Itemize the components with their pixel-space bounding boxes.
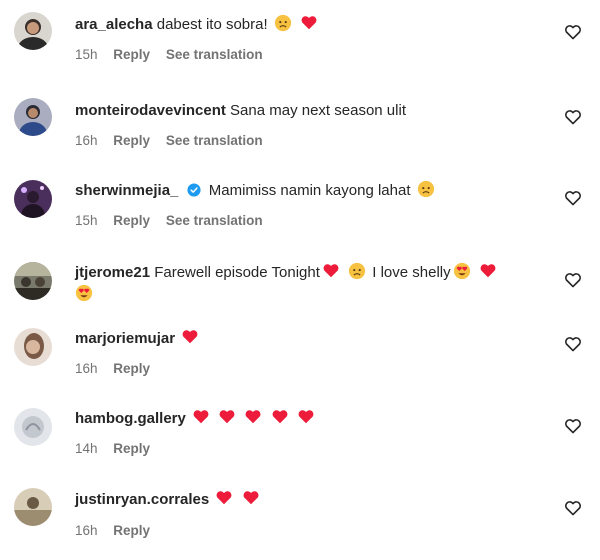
- comment-line: hambog.gallery: [75, 408, 550, 430]
- like-heart-icon[interactable]: [564, 500, 582, 516]
- heart-emoji-icon: [219, 410, 235, 424]
- comment-meta: 14h Reply: [75, 441, 162, 456]
- comment-meta: 16h Reply: [75, 523, 162, 538]
- comment-username[interactable]: hambog.gallery: [75, 410, 186, 427]
- heart-eyes-emoji-icon: [75, 284, 93, 302]
- comment-line: marjoriemujar: [75, 328, 550, 350]
- sad-emoji-icon: [274, 14, 291, 32]
- comment-meta: 16h Reply See translation: [75, 133, 263, 148]
- comment-time: 14h: [75, 441, 98, 456]
- avatar[interactable]: [14, 328, 52, 366]
- reply-button[interactable]: Reply: [113, 47, 150, 62]
- comment-username[interactable]: sherwinmejia_: [75, 182, 178, 199]
- comment-time: 16h: [75, 361, 98, 376]
- avatar[interactable]: [14, 488, 52, 526]
- comment-line: justinryan.corrales: [75, 489, 550, 511]
- heart-emoji-icon: [193, 410, 209, 424]
- avatar[interactable]: [14, 408, 52, 446]
- comment-text: dabest ito sobra!: [156, 16, 268, 33]
- avatar[interactable]: [14, 98, 52, 136]
- heart-eyes-emoji-icon: [453, 262, 470, 280]
- comment-time: 15h: [75, 47, 98, 62]
- heart-emoji-icon: [480, 264, 496, 278]
- like-heart-icon[interactable]: [564, 109, 582, 125]
- comment-username[interactable]: jtjerome21: [75, 264, 150, 281]
- comment-line: sherwinmejia_ Mamimiss namin kayong laha…: [75, 180, 550, 202]
- heart-emoji-icon: [182, 330, 198, 344]
- comment-line-wrap: [75, 284, 550, 306]
- comment-line: jtjerome21 Farewell episode Tonight I lo…: [75, 262, 550, 284]
- comment-username[interactable]: ara_alecha: [75, 16, 153, 33]
- avatar[interactable]: [14, 180, 52, 218]
- heart-emoji-icon: [323, 264, 339, 278]
- like-heart-icon[interactable]: [564, 24, 582, 40]
- comment-text: Farewell episode Tonight: [154, 264, 320, 281]
- comment-meta: 15h Reply See translation: [75, 47, 263, 62]
- comment-meta: 16h Reply: [75, 361, 162, 376]
- heart-emoji-icon: [298, 410, 314, 424]
- see-translation-link[interactable]: See translation: [166, 47, 263, 62]
- comment-text: I love shelly: [372, 264, 451, 281]
- heart-emoji-icon: [301, 16, 317, 30]
- like-heart-icon[interactable]: [564, 418, 582, 434]
- comment-username[interactable]: justinryan.corrales: [75, 491, 209, 508]
- reply-button[interactable]: Reply: [113, 361, 150, 376]
- heart-emoji-icon: [216, 491, 232, 505]
- heart-emoji-icon: [243, 491, 259, 505]
- see-translation-link[interactable]: See translation: [166, 133, 263, 148]
- reply-button[interactable]: Reply: [113, 213, 150, 228]
- comment-meta: 15h Reply See translation: [75, 213, 263, 228]
- see-translation-link[interactable]: See translation: [166, 213, 263, 228]
- comment-text: Mamimiss namin kayong lahat: [208, 182, 411, 199]
- sad-emoji-icon: [417, 180, 434, 198]
- comment-line: monteirodavevincent Sana may next season…: [75, 100, 550, 122]
- comment-text: Sana may next season ulit: [230, 102, 406, 119]
- reply-button[interactable]: Reply: [113, 441, 150, 456]
- reply-button[interactable]: Reply: [113, 523, 150, 538]
- comment-username[interactable]: marjoriemujar: [75, 330, 175, 347]
- like-heart-icon[interactable]: [564, 272, 582, 288]
- heart-emoji-icon: [272, 410, 287, 424]
- avatar[interactable]: [14, 12, 52, 50]
- reply-button[interactable]: Reply: [113, 133, 150, 148]
- avatar[interactable]: [14, 262, 52, 300]
- comment-time: 16h: [75, 133, 98, 148]
- heart-emoji-icon: [245, 410, 261, 424]
- comment-username[interactable]: monteirodavevincent: [75, 102, 226, 119]
- comment-time: 16h: [75, 523, 98, 538]
- comment-line: ara_alecha dabest ito sobra!: [75, 14, 550, 36]
- sad-emoji-icon: [348, 262, 366, 280]
- comment-time: 15h: [75, 213, 98, 228]
- like-heart-icon[interactable]: [564, 190, 582, 206]
- like-heart-icon[interactable]: [564, 336, 582, 352]
- verified-badge-icon: [187, 183, 201, 197]
